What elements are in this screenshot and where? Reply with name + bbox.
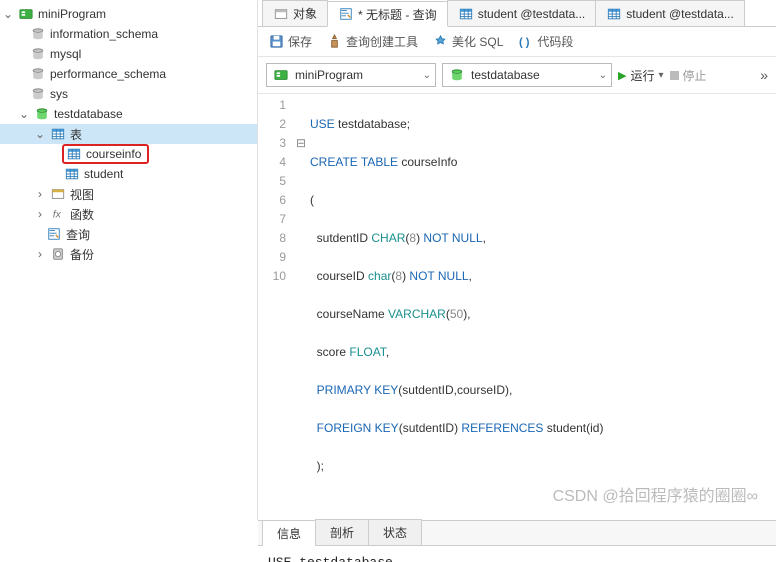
tree-queries[interactable]: 查询: [0, 224, 257, 244]
tree-db[interactable]: information_schema: [0, 24, 257, 44]
connection-icon: [273, 67, 289, 83]
tree-table-student[interactable]: student: [0, 164, 257, 184]
table-icon: [606, 6, 622, 22]
tree-table-courseinfo[interactable]: courseinfo: [0, 144, 257, 164]
tab-objects[interactable]: 对象: [262, 0, 328, 26]
chevron-right-icon[interactable]: ›: [34, 187, 46, 201]
tree-label: 查询: [66, 226, 90, 243]
bottom-tabs: 信息 剖析 状态: [258, 520, 776, 546]
database-icon: [34, 106, 50, 122]
stop-button: 停止: [670, 67, 707, 84]
tree-label: testdatabase: [54, 107, 123, 121]
tree-label: mysql: [50, 47, 81, 61]
tree-label: student: [84, 167, 123, 181]
tree-label: 函数: [70, 206, 94, 223]
tree-db[interactable]: performance_schema: [0, 64, 257, 84]
toolbar: 保存 查询创建工具 美化 SQL ( )代码段: [258, 27, 776, 57]
tree-views[interactable]: › 视图: [0, 184, 257, 204]
play-icon: ▶: [618, 69, 626, 82]
overflow-menu[interactable]: »: [760, 67, 768, 83]
beautify-sql-button[interactable]: 美化 SQL: [432, 33, 503, 50]
table-icon: [66, 146, 82, 162]
stop-icon: [670, 71, 679, 80]
tree-tables-node[interactable]: ⌄表: [0, 124, 257, 144]
tree-connection[interactable]: ⌄ miniProgram: [0, 4, 257, 24]
database-icon: [30, 86, 46, 102]
code-area[interactable]: USE testdatabase; CREATE TABLE courseInf…: [310, 96, 776, 514]
save-icon: [268, 34, 284, 50]
tab-student2[interactable]: student @testdata...: [595, 0, 745, 26]
tree-functions[interactable]: › fx 函数: [0, 204, 257, 224]
view-icon: [50, 186, 66, 202]
query-builder-button[interactable]: 查询创建工具: [326, 33, 418, 50]
chevron-right-icon[interactable]: ›: [34, 207, 46, 221]
chevron-down-icon[interactable]: ⌄: [2, 7, 14, 21]
run-button[interactable]: ▶ 运行 ▾: [618, 67, 664, 84]
fx-icon: fx: [50, 206, 66, 222]
connection-row: miniProgram ⌄ testdatabase ⌄ ▶ 运行 ▾ 停止 »: [258, 57, 776, 94]
bottom-tab-status[interactable]: 状态: [368, 519, 422, 545]
tab-student1[interactable]: student @testdata...: [447, 0, 597, 26]
tree-db[interactable]: sys: [0, 84, 257, 104]
connection-combo[interactable]: miniProgram ⌄: [266, 63, 436, 87]
fold-gutter[interactable]: ⊟: [296, 96, 310, 514]
tree-db-open[interactable]: ⌄ testdatabase: [0, 104, 257, 124]
tree-label: miniProgram: [38, 7, 106, 21]
tab-label: 对象: [293, 5, 317, 22]
bottom-tab-info[interactable]: 信息: [262, 520, 316, 546]
sidebar: ⌄ miniProgram information_schema mysql p…: [0, 0, 258, 520]
top-tabs: 对象 * 无标题 - 查询 student @testdata... stude…: [258, 0, 776, 27]
tree-label: courseinfo: [86, 147, 141, 161]
database-icon: [449, 67, 465, 83]
main-area: 对象 * 无标题 - 查询 student @testdata... stude…: [258, 0, 776, 520]
chevron-down-icon[interactable]: ⌄: [34, 127, 46, 141]
chevron-down-icon: ⌄: [423, 70, 431, 81]
beautify-icon: [432, 34, 448, 50]
line-gutter: 12345678910: [258, 96, 296, 514]
sql-editor[interactable]: 12345678910 ⊟ USE testdatabase; CREATE T…: [258, 94, 776, 520]
table-icon: [50, 126, 66, 142]
backup-icon: [50, 246, 66, 262]
query-icon: [338, 6, 354, 22]
tab-label: * 无标题 - 查询: [358, 6, 437, 23]
bottom-tab-profile[interactable]: 剖析: [315, 519, 369, 545]
snippet-button[interactable]: ( )代码段: [517, 33, 573, 50]
chevron-down-icon[interactable]: ▾: [658, 70, 663, 81]
tree-label: 备份: [70, 246, 94, 263]
save-button[interactable]: 保存: [268, 33, 312, 50]
query-icon: [46, 226, 62, 242]
tree-label: information_schema: [50, 27, 158, 41]
snippet-icon: ( ): [517, 34, 533, 50]
table-icon: [64, 166, 80, 182]
tree-label: sys: [50, 87, 68, 101]
tree-label: performance_schema: [50, 67, 166, 81]
tab-label: student @testdata...: [478, 7, 586, 21]
database-icon: [30, 26, 46, 42]
tree-label: 表: [70, 126, 82, 143]
object-icon: [273, 6, 289, 22]
database-icon: [30, 46, 46, 62]
tree-label: 视图: [70, 186, 94, 203]
svg-text:fx: fx: [53, 209, 62, 221]
builder-icon: [326, 34, 342, 50]
table-icon: [458, 6, 474, 22]
chevron-right-icon[interactable]: ›: [34, 247, 46, 261]
connection-icon: [18, 6, 34, 22]
database-combo[interactable]: testdatabase ⌄: [442, 63, 612, 87]
tree-db[interactable]: mysql: [0, 44, 257, 64]
svg-text:( ): ( ): [519, 36, 530, 48]
tab-label: student @testdata...: [626, 7, 734, 21]
chevron-down-icon: ⌄: [599, 70, 607, 81]
highlight-box: courseinfo: [62, 144, 149, 164]
tab-query[interactable]: * 无标题 - 查询: [327, 1, 448, 27]
database-icon: [30, 66, 46, 82]
output-panel[interactable]: USE testdatabase > OK > 时间: 0s CREATE TA…: [258, 546, 776, 562]
chevron-down-icon[interactable]: ⌄: [18, 107, 30, 121]
tree-backup[interactable]: › 备份: [0, 244, 257, 264]
